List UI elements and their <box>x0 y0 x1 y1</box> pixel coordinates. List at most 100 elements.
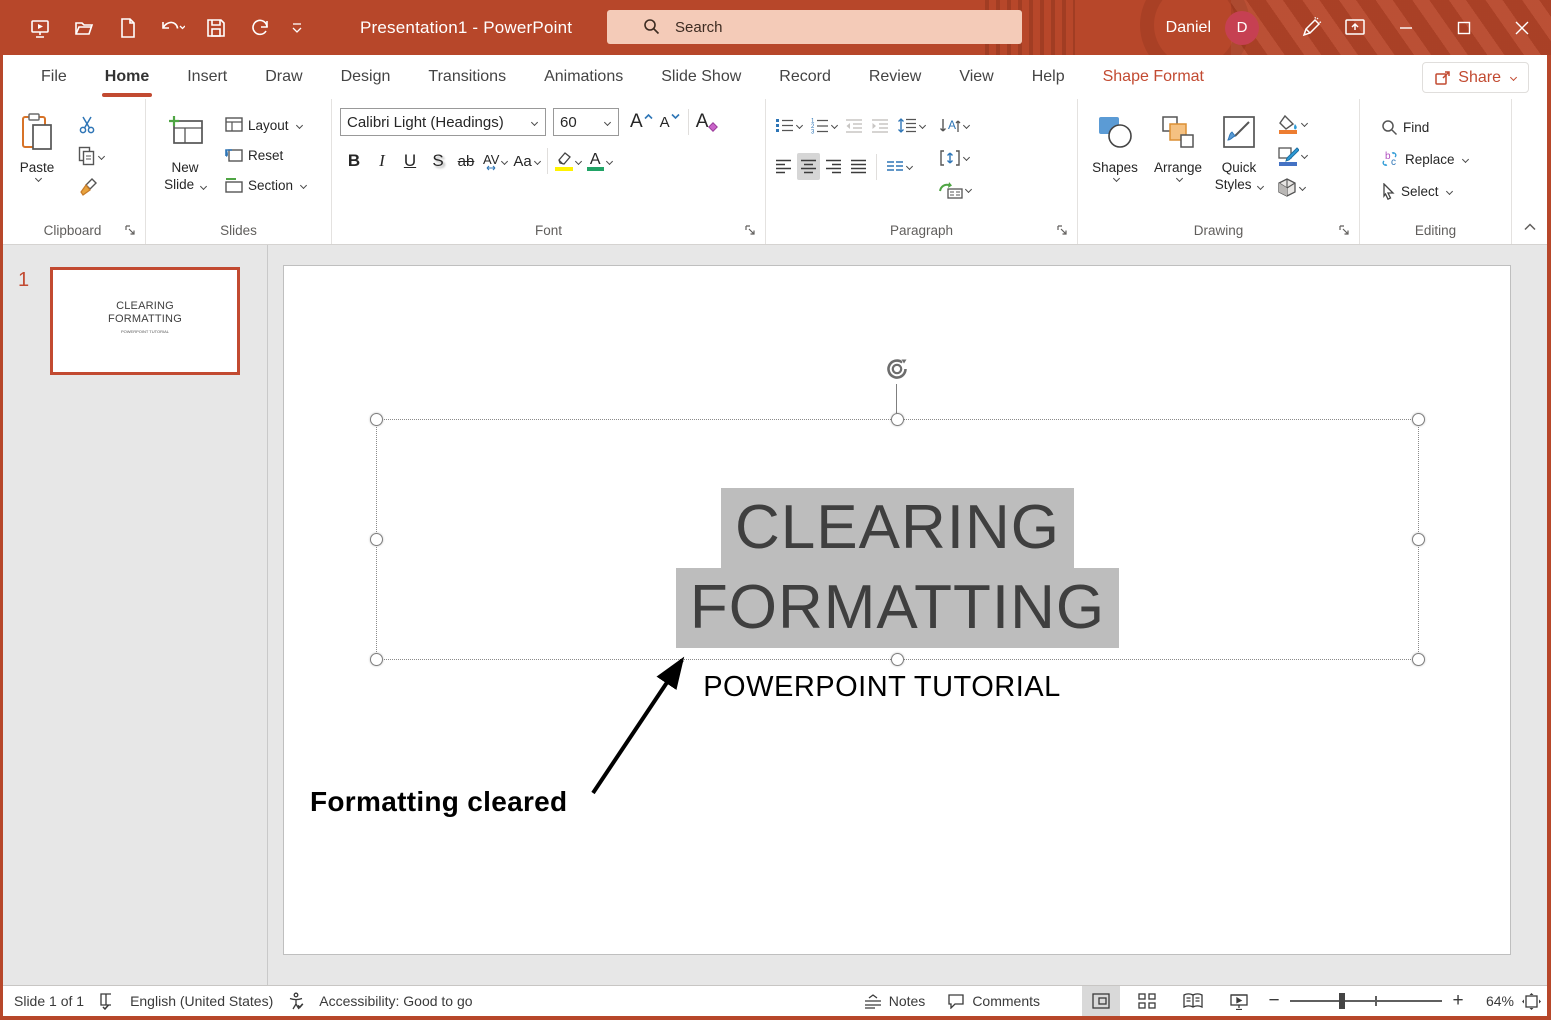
align-right-button[interactable] <box>822 153 845 180</box>
close-button[interactable] <box>1493 0 1551 55</box>
avatar[interactable]: D <box>1225 11 1259 45</box>
font-name-combobox[interactable]: Calibri Light (Headings) <box>340 108 546 136</box>
reading-view-button[interactable] <box>1174 986 1212 1016</box>
resize-handle-se[interactable] <box>1412 653 1425 666</box>
collapse-ribbon-button[interactable] <box>1523 218 1537 236</box>
resize-handle-sw[interactable] <box>370 653 383 666</box>
copy-button[interactable] <box>78 143 122 169</box>
resize-handle-n[interactable] <box>891 413 904 426</box>
text-highlight-color-button[interactable] <box>552 147 584 176</box>
convert-to-smartart-button[interactable] <box>936 176 974 203</box>
save-button[interactable] <box>198 10 234 46</box>
share-button[interactable]: Share <box>1422 62 1529 93</box>
start-slideshow-button[interactable] <box>22 10 58 46</box>
decrease-font-size-button[interactable]: A <box>656 108 684 137</box>
tab-view[interactable]: View <box>940 58 1012 96</box>
tab-draw[interactable]: Draw <box>246 58 321 96</box>
accessibility-status[interactable]: Accessibility: Good to go <box>319 993 472 1009</box>
slide-title-text[interactable]: CLEARING FORMATTING <box>376 488 1419 648</box>
change-case-button[interactable]: Aa <box>510 147 542 176</box>
tab-slide-show[interactable]: Slide Show <box>642 58 760 96</box>
normal-view-button[interactable] <box>1082 986 1120 1016</box>
increase-font-size-button[interactable]: A <box>627 108 656 137</box>
zoom-level[interactable]: 64% <box>1474 993 1514 1009</box>
slide-sorter-view-button[interactable] <box>1128 986 1166 1016</box>
decrease-indent-button[interactable] <box>842 112 866 139</box>
slide[interactable]: CLEARING FORMATTING POWERPOINT TUTORIAL … <box>283 265 1511 955</box>
shape-outline-button[interactable] <box>1274 142 1310 169</box>
section-button[interactable]: Section <box>222 172 309 198</box>
tab-home[interactable]: Home <box>86 58 168 96</box>
italic-button[interactable]: I <box>368 147 396 176</box>
justify-button[interactable] <box>847 153 870 180</box>
search-box[interactable] <box>607 10 1022 44</box>
character-spacing-button[interactable]: AV <box>480 147 510 176</box>
replace-button[interactable]: b c Replace <box>1378 146 1507 172</box>
accessibility-checker-button[interactable] <box>287 992 305 1010</box>
reset-button[interactable]: Reset <box>222 142 309 168</box>
tab-transitions[interactable]: Transitions <box>409 58 525 96</box>
resize-handle-ne[interactable] <box>1412 413 1425 426</box>
bullets-button[interactable] <box>772 112 805 139</box>
clipboard-dialog-launcher[interactable] <box>124 223 138 237</box>
minimize-button[interactable] <box>1377 0 1435 55</box>
tab-review[interactable]: Review <box>850 58 940 96</box>
comments-button[interactable]: Comments <box>947 993 1040 1009</box>
zoom-out-button[interactable]: − <box>1266 990 1282 1012</box>
notes-button[interactable]: Notes <box>864 993 926 1009</box>
new-file-button[interactable] <box>110 10 146 46</box>
strikethrough-button[interactable]: ab <box>452 147 480 176</box>
feedback-button[interactable] <box>1289 0 1333 55</box>
underline-button[interactable]: U <box>396 147 424 176</box>
slide-show-view-button[interactable] <box>1220 986 1258 1016</box>
zoom-in-button[interactable]: + <box>1450 990 1466 1012</box>
tab-animations[interactable]: Animations <box>525 58 642 96</box>
increase-indent-button[interactable] <box>868 112 892 139</box>
redo-button[interactable] <box>242 10 278 46</box>
language-indicator[interactable]: English (United States) <box>130 993 273 1009</box>
quick-styles-button[interactable]: Quick Styles <box>1210 104 1268 214</box>
tab-help[interactable]: Help <box>1013 58 1084 96</box>
shapes-button[interactable]: Shapes <box>1084 104 1146 214</box>
ribbon-display-options-button[interactable] <box>1333 0 1377 55</box>
align-left-button[interactable] <box>772 153 795 180</box>
text-direction-button[interactable]: A <box>936 112 974 139</box>
paragraph-dialog-launcher[interactable] <box>1056 223 1070 237</box>
rotate-handle[interactable] <box>882 354 912 389</box>
bold-button[interactable]: B <box>340 147 368 176</box>
new-slide-button[interactable]: New Slide <box>152 104 218 214</box>
clear-formatting-button[interactable]: A <box>693 108 722 137</box>
numbering-button[interactable]: 1 2 3 <box>807 112 840 139</box>
zoom-slider-handle[interactable] <box>1339 993 1345 1009</box>
align-center-button[interactable] <box>797 153 820 180</box>
zoom-slider[interactable] <box>1290 986 1442 1016</box>
line-spacing-button[interactable] <box>894 112 928 139</box>
layout-button[interactable]: Layout <box>222 112 309 138</box>
tab-record[interactable]: Record <box>760 58 850 96</box>
columns-button[interactable] <box>883 153 915 180</box>
drawing-dialog-launcher[interactable] <box>1338 223 1352 237</box>
select-button[interactable]: Select <box>1378 178 1507 204</box>
open-file-button[interactable] <box>66 10 102 46</box>
cut-button[interactable] <box>78 112 108 138</box>
font-size-combobox[interactable]: 60 <box>553 108 619 136</box>
tab-design[interactable]: Design <box>322 58 410 96</box>
shape-effects-button[interactable] <box>1274 174 1310 201</box>
shape-fill-button[interactable] <box>1274 110 1310 137</box>
maximize-button[interactable] <box>1435 0 1493 55</box>
slide-subtitle-text[interactable]: POWERPOINT TUTORIAL <box>284 671 1480 704</box>
search-input[interactable] <box>675 19 975 36</box>
align-text-button[interactable] <box>936 144 974 171</box>
find-button[interactable]: Find <box>1378 114 1507 140</box>
customize-quick-access-button[interactable] <box>286 10 308 46</box>
resize-handle-nw[interactable] <box>370 413 383 426</box>
undo-button[interactable] <box>154 10 190 46</box>
resize-handle-s[interactable] <box>891 653 904 666</box>
fit-slide-to-window-button[interactable] <box>1522 993 1541 1010</box>
paste-button[interactable]: Paste <box>6 104 68 214</box>
text-shadow-button[interactable]: S <box>424 147 452 176</box>
tab-file[interactable]: File <box>22 58 86 96</box>
tab-shape-format[interactable]: Shape Format <box>1084 58 1223 96</box>
font-color-button[interactable]: A <box>584 147 615 176</box>
tab-insert[interactable]: Insert <box>168 58 246 96</box>
